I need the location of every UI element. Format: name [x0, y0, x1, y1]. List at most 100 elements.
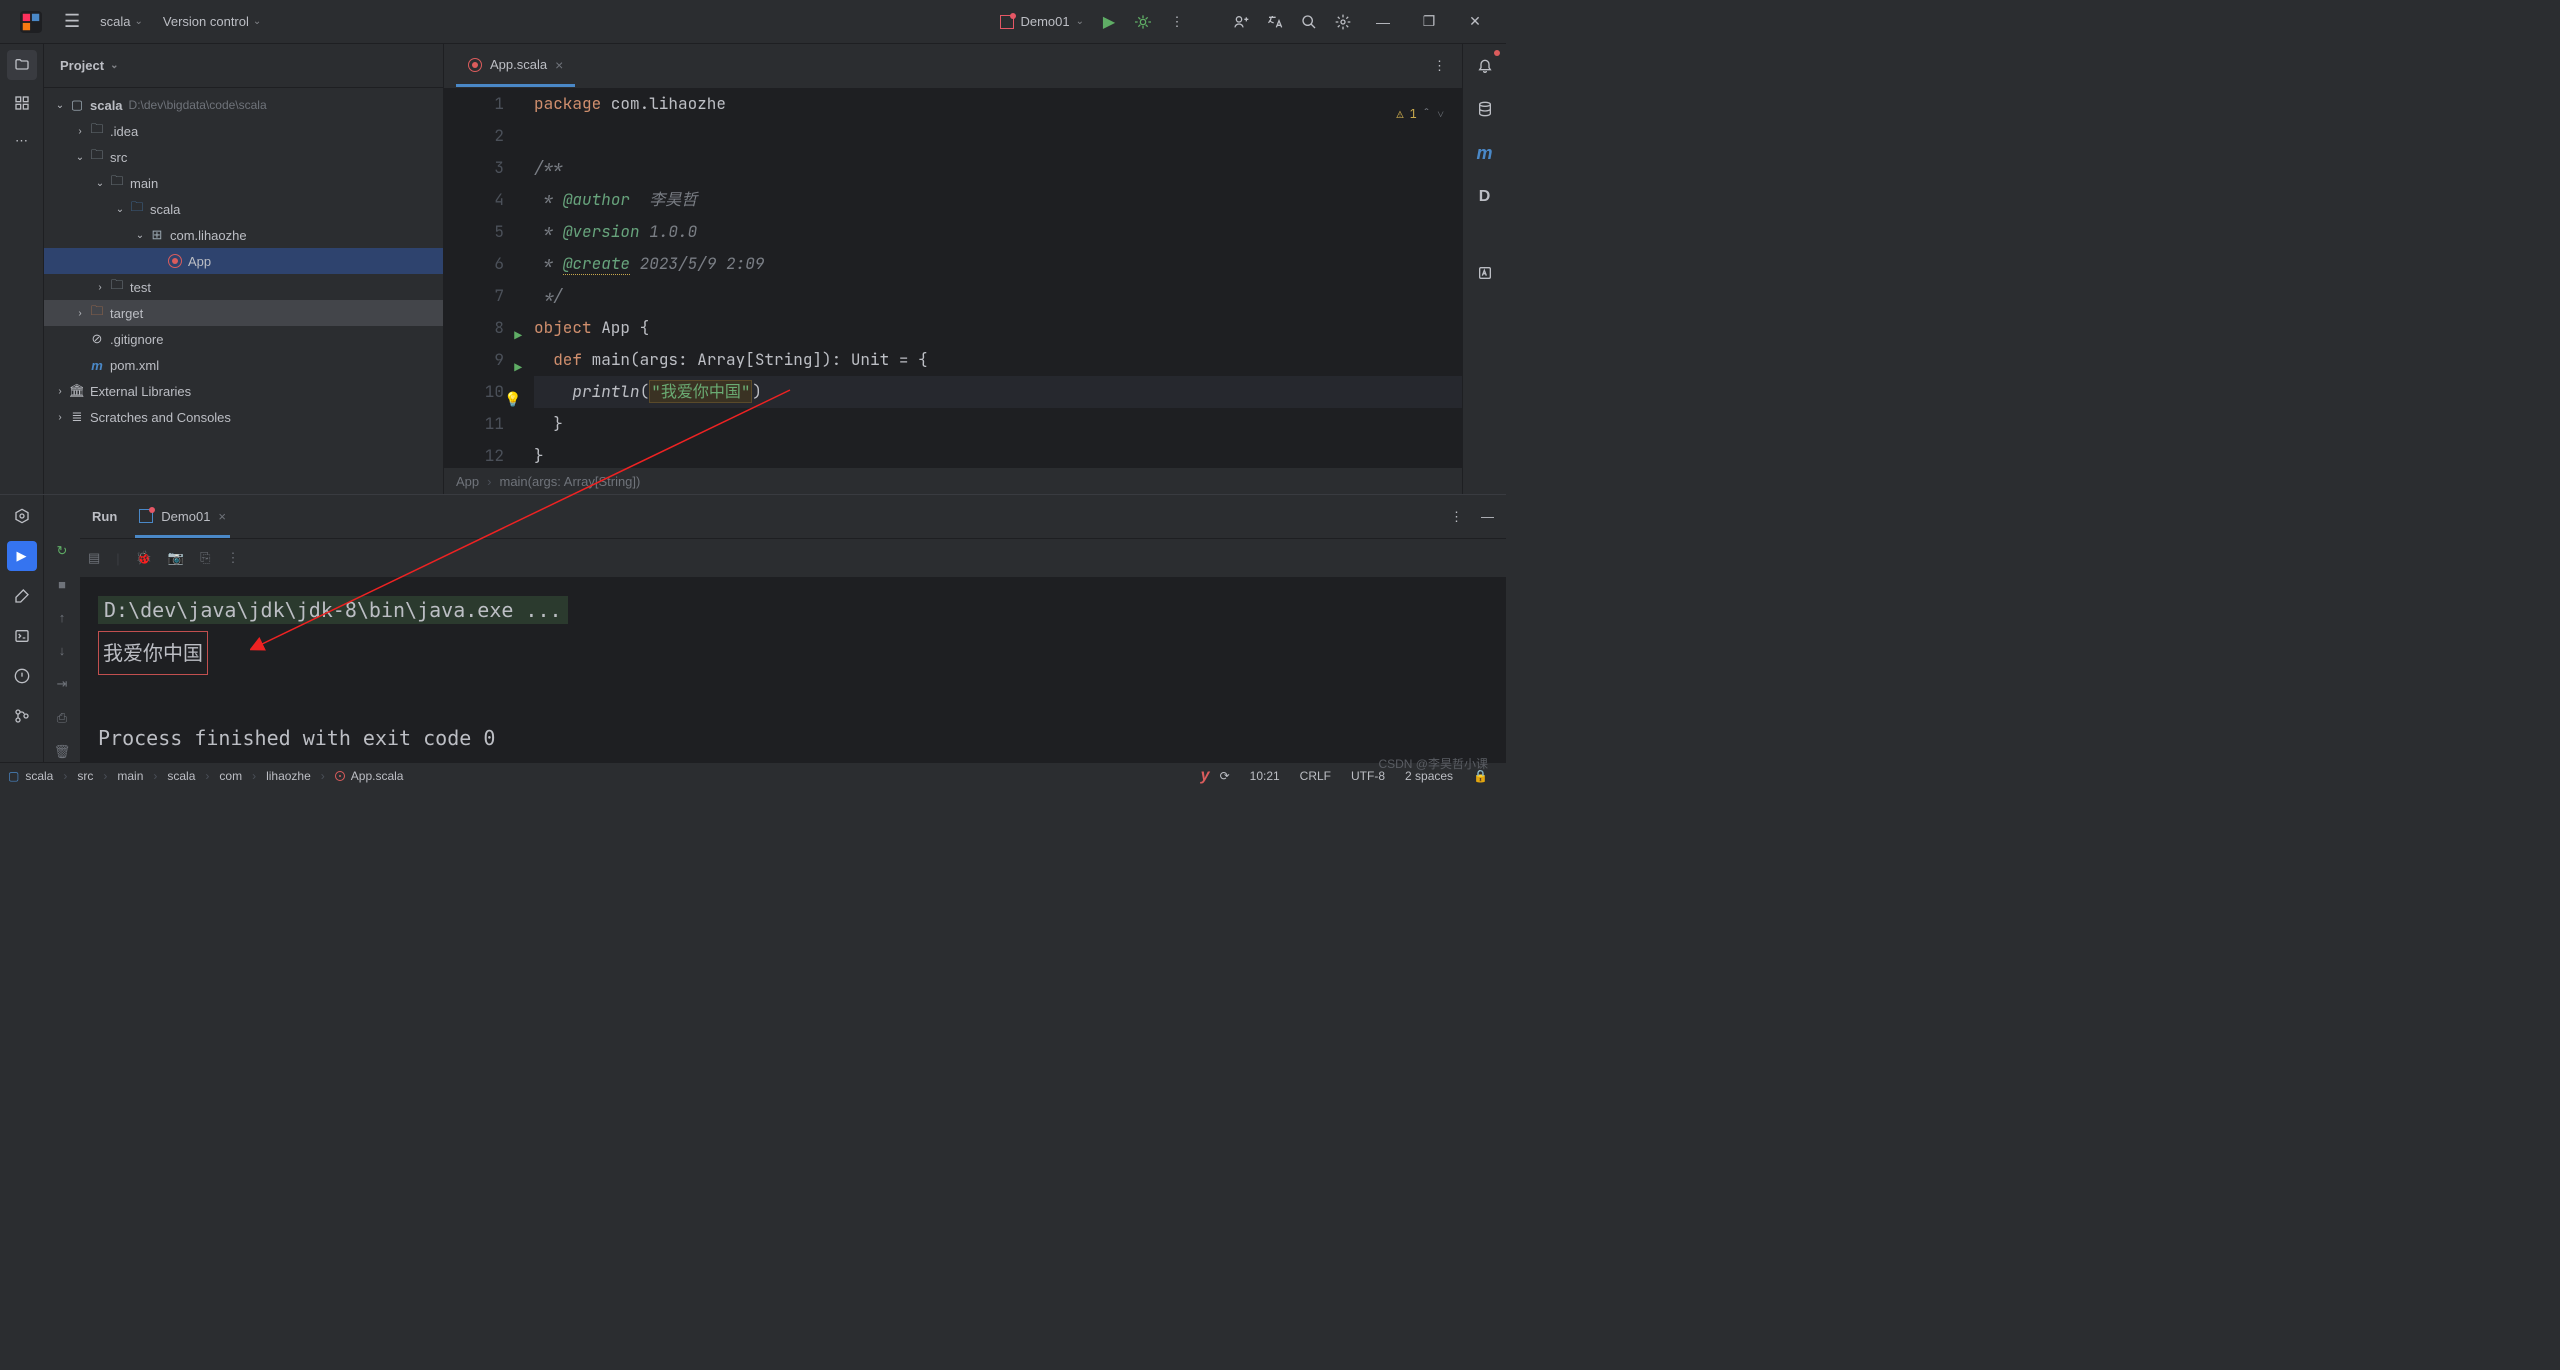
- expand-icon[interactable]: ›: [72, 126, 88, 137]
- structure-tool-icon[interactable]: [7, 88, 37, 118]
- console-stdout: 我爱你中国: [98, 631, 208, 675]
- status-eol[interactable]: CRLF: [1300, 769, 1331, 783]
- problems-tool-icon[interactable]: [7, 661, 37, 691]
- build-tool-icon[interactable]: [7, 581, 37, 611]
- minimize-button[interactable]: ―: [1360, 0, 1406, 44]
- run-more-icon[interactable]: ⋮: [1450, 509, 1463, 525]
- tree-package[interactable]: ⌄⊞com.lihaozhe: [44, 222, 443, 248]
- project-panel-title[interactable]: Project⌄: [60, 58, 118, 73]
- console-command: D:\dev\java\jdk\jdk-8\bin\java.exe ...: [98, 596, 568, 624]
- more-actions-icon[interactable]: ⋮: [1160, 5, 1194, 39]
- toolbar-more-icon[interactable]: ⋮: [226, 550, 239, 566]
- settings-icon[interactable]: [1326, 5, 1360, 39]
- inspection-badge[interactable]: ⚠ 1ˆ ˅: [1396, 98, 1444, 130]
- tree-scratches[interactable]: ›≣Scratches and Consoles: [44, 404, 443, 430]
- line-number: 7: [444, 280, 504, 312]
- tree-src[interactable]: ⌄🗀src: [44, 144, 443, 170]
- rerun-icon[interactable]: ↻: [57, 543, 68, 559]
- exit-icon[interactable]: ⎘: [200, 550, 210, 566]
- editor-tab-app[interactable]: App.scala ×: [456, 45, 575, 87]
- project-panel: Project⌄ ⌄▢scalaD:\dev\bigdata\code\scal…: [44, 44, 444, 494]
- project-tool-icon[interactable]: [7, 50, 37, 80]
- search-icon[interactable]: [1292, 5, 1326, 39]
- assistant-tool-icon[interactable]: [1470, 258, 1500, 288]
- y-status-icon[interactable]: y: [1201, 767, 1210, 785]
- project-dropdown[interactable]: scala⌄: [90, 10, 153, 33]
- tree-idea[interactable]: ›🗀.idea: [44, 118, 443, 144]
- down-icon[interactable]: ↓: [59, 643, 66, 658]
- line-number: 12: [444, 440, 504, 468]
- notifications-icon[interactable]: [1470, 50, 1500, 80]
- scala-object-icon: [468, 58, 482, 72]
- maximize-button[interactable]: ❐: [1406, 0, 1452, 44]
- hex-tool-icon[interactable]: [7, 501, 37, 531]
- expand-icon[interactable]: ⌄: [72, 152, 88, 163]
- close-button[interactable]: ✕: [1452, 0, 1498, 44]
- run-tab[interactable]: Demo01 ×: [135, 495, 230, 538]
- intention-bulb-icon[interactable]: 💡: [504, 384, 521, 416]
- tree-test[interactable]: ›🗀test: [44, 274, 443, 300]
- statusbar-breadcrumb[interactable]: ▢ scala› src› main› scala› com› lihaozhe…: [8, 769, 403, 783]
- module-icon: ▢: [8, 769, 19, 783]
- tree-gitignore[interactable]: ⊘.gitignore: [44, 326, 443, 352]
- stop-icon[interactable]: ■: [58, 577, 66, 592]
- tree-label: pom.xml: [110, 358, 159, 373]
- camera-icon[interactable]: 📷: [168, 550, 184, 566]
- maven-tool-icon[interactable]: m: [1470, 138, 1500, 168]
- translate-icon[interactable]: [1258, 5, 1292, 39]
- run-minimize-icon[interactable]: ―: [1481, 509, 1494, 524]
- debug-button[interactable]: [1126, 5, 1160, 39]
- tree-external-libs[interactable]: ›🏛External Libraries: [44, 378, 443, 404]
- close-tab-icon[interactable]: ×: [555, 57, 563, 73]
- print-icon[interactable]: ⎙: [57, 710, 67, 726]
- vcs-dropdown[interactable]: Version control⌄: [153, 10, 271, 33]
- filter-icon[interactable]: ▤: [88, 550, 100, 566]
- code-with-me-icon[interactable]: [1224, 5, 1258, 39]
- tree-label: External Libraries: [90, 384, 191, 399]
- code-content[interactable]: ⚠ 1ˆ ˅ package com.lihaozhe /** * @autho…: [522, 88, 1462, 468]
- tree-root[interactable]: ⌄▢scalaD:\dev\bigdata\code\scala: [44, 92, 443, 118]
- tree-scala-src[interactable]: ⌄🗀scala: [44, 196, 443, 222]
- run-gutter-icon[interactable]: ▶: [514, 320, 522, 352]
- folder-icon: 🗀: [108, 276, 126, 298]
- up-icon[interactable]: ↑: [59, 610, 66, 625]
- expand-icon[interactable]: ›: [92, 282, 108, 293]
- bug-icon[interactable]: 🐞: [136, 550, 152, 566]
- run-gutter-icon[interactable]: ▶: [514, 352, 522, 384]
- editor-body[interactable]: 1 2 3 4 5 6 7 8▶ 9▶ 10 11 12 ⚠ 1ˆ ˅ pack…: [444, 88, 1462, 468]
- line-number: 1: [444, 88, 504, 120]
- line-number: 9▶: [444, 344, 504, 376]
- run-tool-icon[interactable]: ▶: [7, 541, 37, 571]
- expand-icon[interactable]: ⌄: [92, 178, 108, 189]
- console-output[interactable]: D:\dev\java\jdk\jdk-8\bin\java.exe ... 我…: [80, 577, 1506, 762]
- tree-app-file[interactable]: App: [44, 248, 443, 274]
- more-tool-icon[interactable]: ⋯: [7, 126, 37, 156]
- chevron-down-icon: ⌄: [135, 16, 143, 27]
- tree-pom[interactable]: mpom.xml: [44, 352, 443, 378]
- expand-icon[interactable]: ›: [72, 308, 88, 319]
- vcs-tool-icon[interactable]: [7, 701, 37, 731]
- nav-arrows[interactable]: ˆ ˅: [1423, 98, 1444, 130]
- breadcrumb-item[interactable]: main(args: Array[String]): [499, 474, 640, 489]
- expand-icon[interactable]: ⌄: [132, 230, 148, 241]
- delete-icon[interactable]: 🗑: [54, 744, 71, 760]
- expand-icon[interactable]: ›: [52, 386, 68, 397]
- run-button[interactable]: ▶: [1092, 5, 1126, 39]
- tree-target[interactable]: ›🗀target: [44, 300, 443, 326]
- terminal-tool-icon[interactable]: [7, 621, 37, 651]
- folder-icon: 🗀: [88, 146, 106, 168]
- run-config-selector[interactable]: Demo01 ⌄: [992, 10, 1092, 33]
- tab-more-icon[interactable]: ⋮: [1417, 58, 1462, 74]
- main-menu-icon[interactable]: ☰: [64, 11, 80, 32]
- expand-icon[interactable]: ⌄: [112, 204, 128, 215]
- database-tool-icon[interactable]: [1470, 94, 1500, 124]
- tree-main[interactable]: ⌄🗀main: [44, 170, 443, 196]
- expand-icon[interactable]: ⌄: [52, 100, 68, 111]
- breadcrumb-item[interactable]: App: [456, 474, 479, 489]
- status-sync-icon[interactable]: ⟳: [1220, 769, 1230, 783]
- expand-icon[interactable]: ›: [52, 412, 68, 423]
- d-tool-icon[interactable]: D: [1470, 182, 1500, 212]
- close-tab-icon[interactable]: ×: [218, 509, 226, 524]
- export-icon[interactable]: ⇥: [57, 676, 68, 692]
- run-header: Run Demo01 × ⋮ ―: [80, 495, 1506, 539]
